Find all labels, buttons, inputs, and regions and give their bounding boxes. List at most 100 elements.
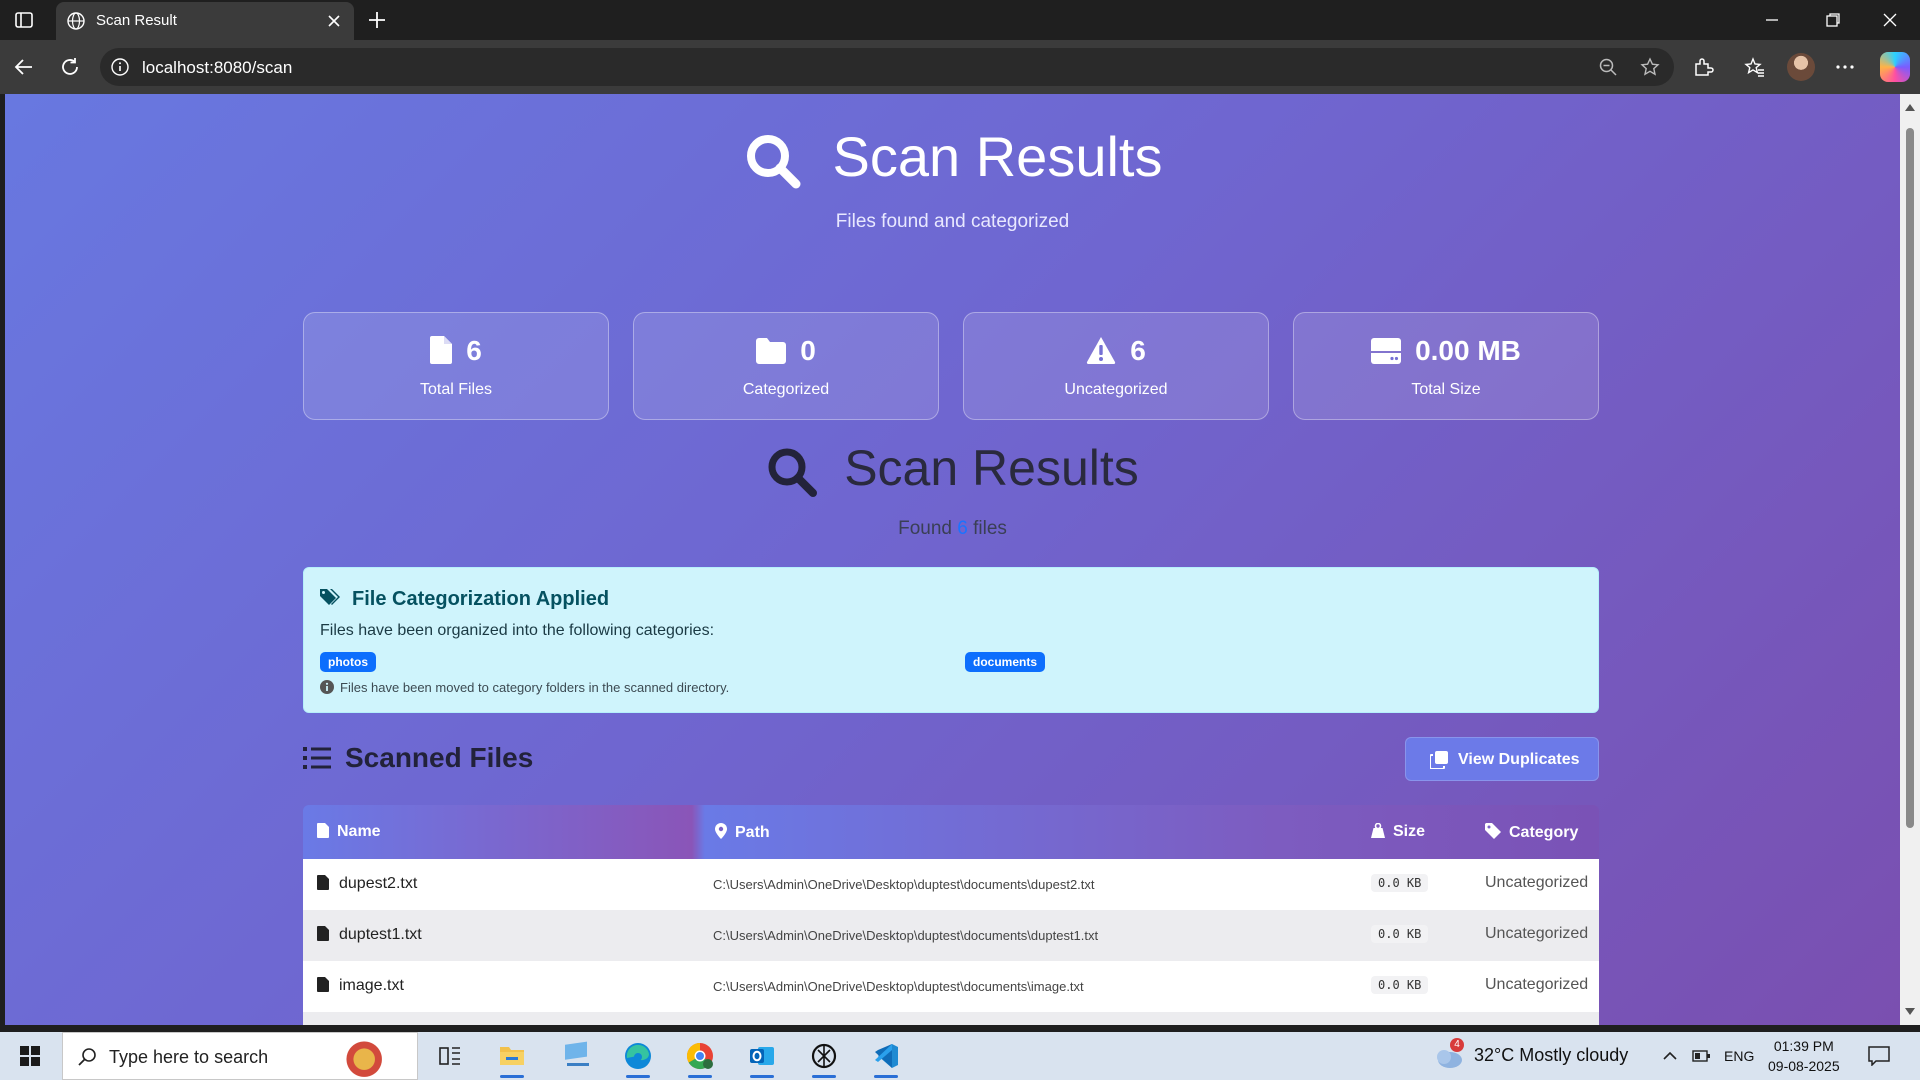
stat-value: 0 [800,335,816,366]
results-heading: Scan Results [5,439,1900,498]
system-clock[interactable]: 01:39 PM 09-08-2025 [1768,1036,1840,1076]
stat-label: Uncategorized [1064,381,1168,398]
close-window-icon[interactable] [1880,10,1900,30]
edge-icon[interactable] [618,1038,658,1078]
alert-text: Files have been organized into the follo… [320,622,715,639]
stat-card-total-files: 6 Total Files [303,312,609,420]
file-category: Uncategorized [1485,874,1589,891]
chatgpt-icon[interactable] [804,1038,844,1078]
column-header-label: Path [735,824,770,841]
file-category: Uncategorized [1485,976,1589,993]
chevron-up-icon[interactable] [1662,1048,1678,1064]
table-row[interactable]: dupest2.txt C:\Users\Admin\OneDrive\Desk… [303,859,1599,910]
taskbar-search[interactable]: Type here to search [62,1032,418,1080]
vscode-icon[interactable] [866,1038,906,1078]
weather-badge: 4 [1450,1038,1464,1052]
outlook-icon[interactable] [742,1038,782,1078]
minimize-icon[interactable] [1762,10,1782,30]
extensions-icon[interactable] [1692,56,1714,78]
hero-title: Scan Results [832,125,1163,188]
address-bar[interactable]: localhost:8080/scan [100,48,1674,86]
file-name: duptest1.txt [339,926,422,943]
column-header-label: Name [337,823,381,840]
search-icon [78,1048,96,1066]
list-icon [303,747,331,769]
found-suffix: files [973,518,1007,539]
column-header-label: Size [1393,823,1426,840]
globe-icon [67,12,85,30]
clock-time: 01:39 PM [1773,1038,1834,1054]
zoom-icon[interactable] [1598,57,1618,77]
hero-subtitle: Files found and categorized [835,211,1070,232]
profile-avatar[interactable] [1787,53,1815,81]
weight-icon [1371,822,1385,838]
more-options-icon[interactable] [1834,56,1856,78]
table-row[interactable] [303,1012,1599,1025]
page-scrollbar[interactable] [1900,94,1920,1025]
site-info-icon[interactable] [110,57,130,77]
tag-icon [1485,823,1501,839]
tab-title: Scan Result [96,12,177,29]
restore-icon[interactable] [1823,10,1843,30]
page-viewport: Scan Results Files found and categorized… [5,94,1900,1025]
results-title: Scan Results [844,440,1139,496]
refresh-icon[interactable] [58,55,82,79]
table-row[interactable]: image.txt C:\Users\Admin\OneDrive\Deskto… [303,961,1599,1012]
network-icon[interactable] [1692,1047,1712,1065]
categorization-alert: File Categorization Applied Files have b… [303,567,1599,713]
clock-date: 09-08-2025 [1768,1058,1840,1074]
tab-actions-icon[interactable] [14,10,34,30]
file-size: 0.0 KB [1371,976,1429,994]
category-badge-documents: documents [965,652,1046,672]
stat-value: 0.00 MB [1415,335,1521,366]
close-tab-icon[interactable] [326,13,342,29]
view-duplicates-button[interactable]: View Duplicates [1405,737,1599,781]
url-text[interactable]: localhost:8080/scan [142,58,292,78]
favorite-star-icon[interactable] [1640,57,1660,77]
scroll-up-icon[interactable] [1905,104,1915,111]
task-view-icon[interactable] [430,1038,470,1074]
search-placeholder: Type here to search [109,1047,269,1067]
search-highlight-image [321,1035,417,1079]
copilot-icon[interactable] [1880,52,1910,82]
file-path: C:\Users\Admin\OneDrive\Desktop\duptest\… [713,877,1095,892]
column-header-size[interactable]: Size [1371,822,1426,841]
notifications-icon[interactable] [1868,1046,1890,1066]
file-icon [317,875,329,890]
stat-value: 6 [1130,335,1146,366]
scrollbar-thumb[interactable] [1906,128,1914,828]
new-tab-icon[interactable] [366,9,388,31]
stat-card-total-size: 0.00 MB Total Size [1293,312,1599,420]
column-header-path[interactable]: Path [715,823,770,842]
search-icon [746,135,801,189]
browser-tab-bar: Scan Result [0,0,1920,40]
file-path: C:\Users\Admin\OneDrive\Desktop\duptest\… [713,928,1099,943]
language-indicator[interactable]: ENG [1724,1048,1754,1064]
info-icon [320,680,334,694]
windows-start-icon[interactable] [20,1046,40,1066]
computer-app-icon[interactable] [556,1038,596,1074]
file-name: dupest2.txt [339,875,418,892]
browser-tab[interactable]: Scan Result [56,2,354,40]
files-table: Name Path Size Category dupest2.txt C:\U… [303,805,1599,1025]
table-row[interactable]: duptest1.txt C:\Users\Admin\OneDrive\Des… [303,910,1599,961]
scanned-files-heading: Scanned Files [303,742,533,774]
column-header-name[interactable]: Name [317,823,381,841]
file-path: C:\Users\Admin\OneDrive\Desktop\duptest\… [713,979,1084,994]
found-count: 6 [957,518,968,539]
back-icon[interactable] [12,55,36,79]
hard-drive-icon [1371,338,1402,364]
view-duplicates-label: View Duplicates [1458,751,1580,768]
found-prefix: Found [898,518,952,539]
favorites-icon[interactable] [1744,56,1766,78]
column-header-category[interactable]: Category [1485,823,1578,842]
scroll-down-icon[interactable] [1905,1008,1915,1015]
file-icon [317,926,329,941]
file-size: 0.0 KB [1371,925,1429,943]
file-icon [317,823,329,838]
file-explorer-icon[interactable] [492,1038,532,1078]
chrome-profile-icon[interactable] [680,1038,720,1078]
hero-heading: Scan Results [5,124,1900,191]
file-icon [317,977,329,992]
stat-value: 6 [466,335,482,366]
